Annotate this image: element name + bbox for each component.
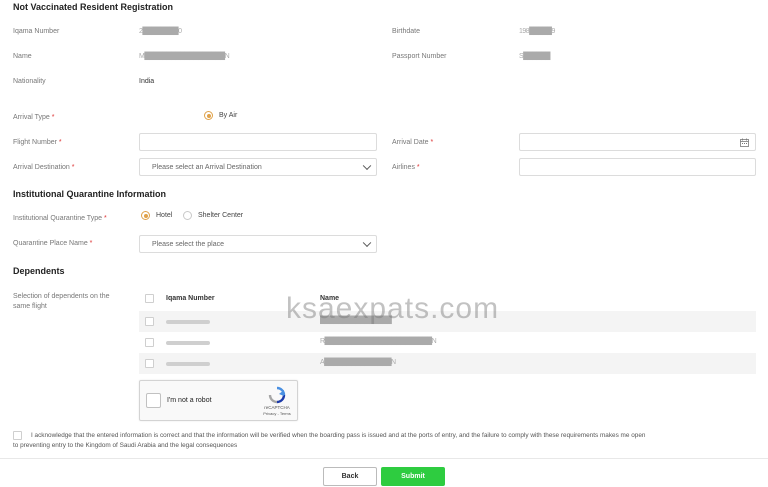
passport-value: S██████: [519, 53, 550, 60]
arrival-type-by-air-radio[interactable]: [204, 111, 213, 120]
flight-number-label: Flight Number *: [13, 139, 62, 146]
nationality-label: Nationality: [13, 78, 46, 85]
acknowledge-checkbox[interactable]: [13, 431, 22, 440]
dependent-checkbox[interactable]: [145, 359, 154, 368]
arrival-destination-label: Arrival Destination *: [13, 164, 75, 171]
quarantine-hotel-radio[interactable]: [141, 211, 150, 220]
chevron-down-icon: [362, 238, 372, 248]
passport-label: Passport Number: [392, 53, 447, 60]
select-all-dependents-checkbox[interactable]: [145, 294, 154, 303]
dependents-selection-label-1: Selection of dependents on the: [13, 293, 110, 300]
iqama-value: 2████████0: [139, 28, 182, 35]
chevron-down-icon: [362, 161, 372, 171]
recaptcha-widget: I'm not a robot reCAPTCHA Privacy - Term…: [139, 380, 298, 421]
recaptcha-label: I'm not a robot: [167, 397, 212, 404]
page-title: Not Vaccinated Resident Registration: [13, 2, 174, 12]
quarantine-place-placeholder: Please select the place: [152, 240, 224, 248]
calendar-icon[interactable]: [740, 138, 749, 147]
back-button[interactable]: Back: [323, 467, 377, 486]
recaptcha-logo-icon: [268, 386, 286, 404]
quarantine-shelter-radio[interactable]: [183, 211, 192, 220]
watermark: ksaexpats.com: [286, 292, 500, 325]
table-row[interactable]: R████████████████████████N: [139, 332, 756, 353]
iqama-label: Iqama Number: [13, 28, 60, 35]
dependent-name: R████████████████████████N: [320, 338, 437, 345]
birthdate-label: Birthdate: [392, 28, 421, 35]
nationality-value: India: [139, 78, 155, 85]
acknowledge-text-line1: I acknowledge that the entered informati…: [31, 432, 646, 439]
quarantine-place-label: Quarantine Place Name *: [13, 240, 93, 247]
dependent-iqama-masked: [166, 362, 210, 366]
quarantine-hotel-label: Hotel: [156, 212, 173, 219]
col-header-iqama: Iqama Number: [166, 295, 215, 302]
arrival-date-label: Arrival Date *: [392, 139, 434, 146]
recaptcha-links[interactable]: Privacy - Terms: [260, 411, 294, 416]
arrival-type-by-air-label: By Air: [219, 112, 238, 119]
quarantine-section-title: Institutional Quarantine Information: [13, 189, 166, 199]
dependent-name: A███████████████N: [320, 359, 396, 366]
dependents-selection-label-2: same flight: [13, 303, 47, 310]
flight-number-input[interactable]: [139, 133, 377, 151]
dependent-iqama-masked: [166, 341, 210, 345]
name-value: M██████████████████N: [139, 53, 230, 60]
arrival-date-input[interactable]: [519, 133, 756, 151]
arrival-destination-select[interactable]: Please select an Arrival Destination: [139, 158, 377, 176]
dependent-checkbox[interactable]: [145, 317, 154, 326]
recaptcha-checkbox[interactable]: [146, 393, 161, 408]
arrival-type-label: Arrival Type *: [13, 114, 55, 121]
dependent-iqama-masked: [166, 320, 210, 324]
airlines-label: Airlines *: [392, 164, 420, 171]
arrival-destination-placeholder: Please select an Arrival Destination: [152, 163, 262, 171]
quarantine-type-label: Institutional Quarantine Type *: [13, 215, 107, 222]
submit-button[interactable]: Submit: [381, 467, 445, 486]
recaptcha-brand: reCAPTCHA: [264, 405, 290, 410]
quarantine-place-select[interactable]: Please select the place: [139, 235, 377, 253]
airlines-input[interactable]: [519, 158, 756, 176]
dependents-section-title: Dependents: [13, 266, 65, 276]
dependent-checkbox[interactable]: [145, 338, 154, 347]
footer-divider: [0, 458, 768, 459]
quarantine-shelter-label: Shelter Center: [198, 212, 244, 219]
birthdate-value: 198█████9: [519, 28, 555, 35]
acknowledge-text-line2: to preventing entry to the Kingdom of Sa…: [13, 442, 238, 449]
name-label: Name: [13, 53, 32, 60]
table-row[interactable]: A███████████████N: [139, 353, 756, 374]
